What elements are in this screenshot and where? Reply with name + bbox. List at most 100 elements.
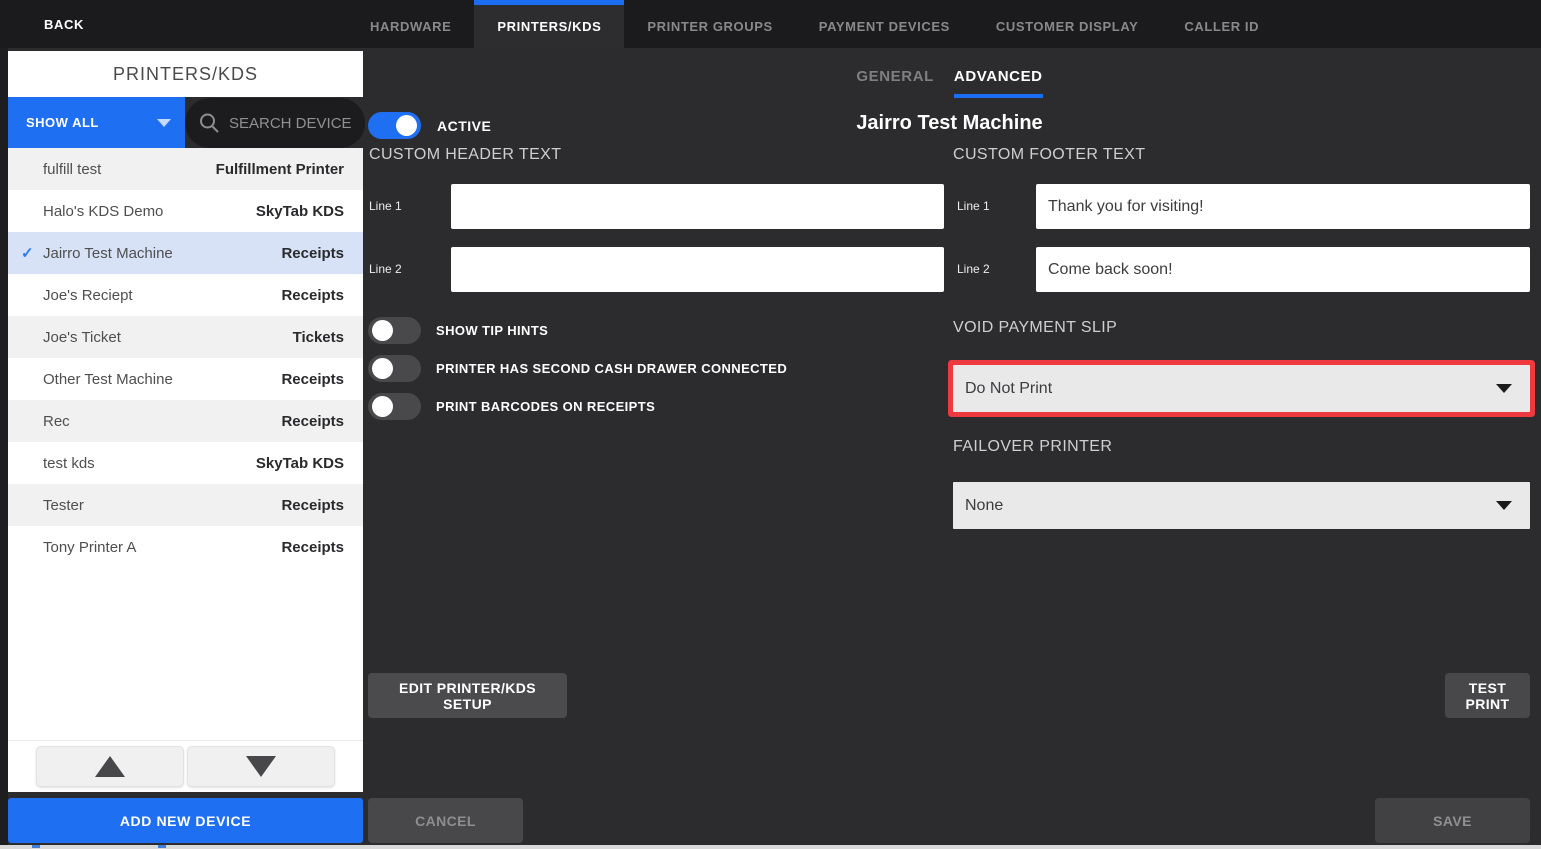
device-name: Rec [43, 413, 281, 430]
nav-tab-printers-kds[interactable]: PRINTERS/KDS [474, 0, 624, 48]
nav-tab-payment-devices[interactable]: PAYMENT DEVICES [796, 0, 973, 48]
device-row[interactable]: Joe's Reciept Receipts [8, 274, 363, 316]
search-input[interactable] [227, 114, 359, 133]
print-barcodes-toggle[interactable] [368, 393, 421, 420]
failover-printer-dropdown[interactable]: None [953, 482, 1530, 529]
device-list: fulfill test Fulfillment Printer Halo's … [8, 148, 363, 740]
show-tip-hints-toggle[interactable] [368, 317, 421, 344]
dropdown-arrow-icon [1496, 501, 1512, 510]
check-icon: ✓ [21, 244, 34, 262]
nav-tab-hardware[interactable]: HARDWARE [347, 0, 474, 48]
device-row[interactable]: Joe's Ticket Tickets [8, 316, 363, 358]
device-name: Jairro Test Machine [43, 245, 281, 262]
header-line1-label: Line 1 [369, 199, 402, 213]
triangle-down-icon [246, 756, 276, 777]
device-name: Tony Printer A [43, 539, 281, 556]
device-name: Joe's Ticket [43, 329, 293, 346]
left-gutter [0, 48, 8, 849]
device-row[interactable]: Halo's KDS Demo SkyTab KDS [8, 190, 363, 232]
bottom-tick [32, 845, 40, 848]
device-row[interactable]: fulfill test Fulfillment Printer [8, 148, 363, 190]
toggle-knob-icon [372, 358, 393, 379]
active-toggle[interactable] [368, 112, 421, 139]
detail-tabs: GENERAL ADVANCED [368, 68, 1531, 98]
device-row[interactable]: Tony Printer A Receipts [8, 526, 363, 568]
test-print-button[interactable]: TEST PRINT [1445, 673, 1530, 718]
void-payment-slip-value: Do Not Print [965, 380, 1496, 398]
failover-printer-title: FAILOVER PRINTER [953, 438, 1112, 456]
back-button[interactable]: BACK [44, 0, 84, 48]
show-tip-hints-label: SHOW TIP HINTS [436, 323, 548, 338]
second-cash-drawer-row: PRINTER HAS SECOND CASH DRAWER CONNECTED [368, 355, 787, 382]
failover-printer-value: None [965, 497, 1496, 515]
save-button[interactable]: SAVE [1375, 798, 1530, 843]
toggle-knob-icon [396, 115, 417, 136]
search-icon [197, 111, 221, 135]
nav-tabs: HARDWARE PRINTERS/KDS PRINTER GROUPS PAY… [347, 0, 1282, 48]
nav-tab-caller-id[interactable]: CALLER ID [1161, 0, 1282, 48]
footer-line2-label: Line 2 [957, 262, 990, 276]
list-pager [8, 740, 363, 792]
device-type: Receipts [281, 287, 344, 304]
nav-tab-customer-display[interactable]: CUSTOMER DISPLAY [973, 0, 1162, 48]
print-barcodes-row: PRINT BARCODES ON RECEIPTS [368, 393, 655, 420]
chevron-down-icon [157, 119, 171, 127]
active-toggle-row: ACTIVE [368, 112, 491, 139]
show-tip-hints-row: SHOW TIP HINTS [368, 317, 548, 344]
sidebar-title: PRINTERS/KDS [8, 51, 363, 97]
footer-line2-input[interactable] [1036, 247, 1530, 292]
second-cash-drawer-label: PRINTER HAS SECOND CASH DRAWER CONNECTED [436, 361, 787, 376]
device-name: Halo's KDS Demo [43, 203, 256, 220]
device-name: Tester [43, 497, 281, 514]
void-payment-slip-dropdown[interactable]: Do Not Print [953, 365, 1530, 412]
custom-footer-title: CUSTOM FOOTER TEXT [953, 146, 1145, 164]
second-cash-drawer-toggle[interactable] [368, 355, 421, 382]
toggle-knob-icon [372, 396, 393, 417]
device-title: Jairro Test Machine [368, 112, 1531, 135]
print-barcodes-label: PRINT BARCODES ON RECEIPTS [436, 399, 655, 414]
add-new-device-button[interactable]: ADD NEW DEVICE [8, 798, 363, 843]
triangle-up-icon [95, 756, 125, 777]
tab-advanced[interactable]: ADVANCED [954, 68, 1043, 98]
scroll-up-button[interactable] [36, 746, 184, 787]
device-type: SkyTab KDS [256, 203, 344, 220]
header-line2-input[interactable] [451, 247, 944, 292]
device-row[interactable]: test kds SkyTab KDS [8, 442, 363, 484]
device-type: SkyTab KDS [256, 455, 344, 472]
filter-dropdown[interactable]: SHOW ALL [8, 97, 185, 148]
footer-line1-label: Line 1 [957, 199, 990, 213]
footer-line1-input[interactable] [1036, 184, 1530, 229]
device-name: Joe's Reciept [43, 287, 281, 304]
device-row-selected[interactable]: ✓ Jairro Test Machine Receipts [8, 232, 363, 274]
device-type: Fulfillment Printer [216, 161, 344, 178]
filter-label: SHOW ALL [26, 115, 99, 130]
tab-general[interactable]: GENERAL [856, 68, 934, 98]
scroll-down-button[interactable] [187, 746, 335, 787]
device-type: Receipts [281, 371, 344, 388]
dropdown-arrow-icon [1496, 384, 1512, 393]
active-toggle-label: ACTIVE [437, 118, 491, 134]
bottom-tick [158, 845, 166, 848]
bottom-edge-strip [0, 845, 1541, 849]
header-line1-input[interactable] [451, 184, 944, 229]
header-line2-label: Line 2 [369, 262, 402, 276]
device-row[interactable]: Tester Receipts [8, 484, 363, 526]
device-name: test kds [43, 455, 256, 472]
device-name: Other Test Machine [43, 371, 281, 388]
device-type: Receipts [281, 245, 344, 262]
device-row[interactable]: Other Test Machine Receipts [8, 358, 363, 400]
search-device-box[interactable] [185, 98, 365, 148]
device-type: Receipts [281, 413, 344, 430]
top-nav: BACK HARDWARE PRINTERS/KDS PRINTER GROUP… [0, 0, 1541, 48]
device-row[interactable]: Rec Receipts [8, 400, 363, 442]
edit-printer-kds-setup-button[interactable]: EDIT PRINTER/KDS SETUP [368, 673, 567, 718]
toggle-knob-icon [372, 320, 393, 341]
device-type: Receipts [281, 497, 344, 514]
device-name: fulfill test [43, 161, 216, 178]
nav-tab-printer-groups[interactable]: PRINTER GROUPS [624, 0, 795, 48]
device-type: Tickets [293, 329, 344, 346]
void-payment-slip-title: VOID PAYMENT SLIP [953, 319, 1117, 337]
cancel-button[interactable]: CANCEL [368, 798, 523, 843]
custom-header-title: CUSTOM HEADER TEXT [369, 146, 561, 164]
device-type: Receipts [281, 539, 344, 556]
